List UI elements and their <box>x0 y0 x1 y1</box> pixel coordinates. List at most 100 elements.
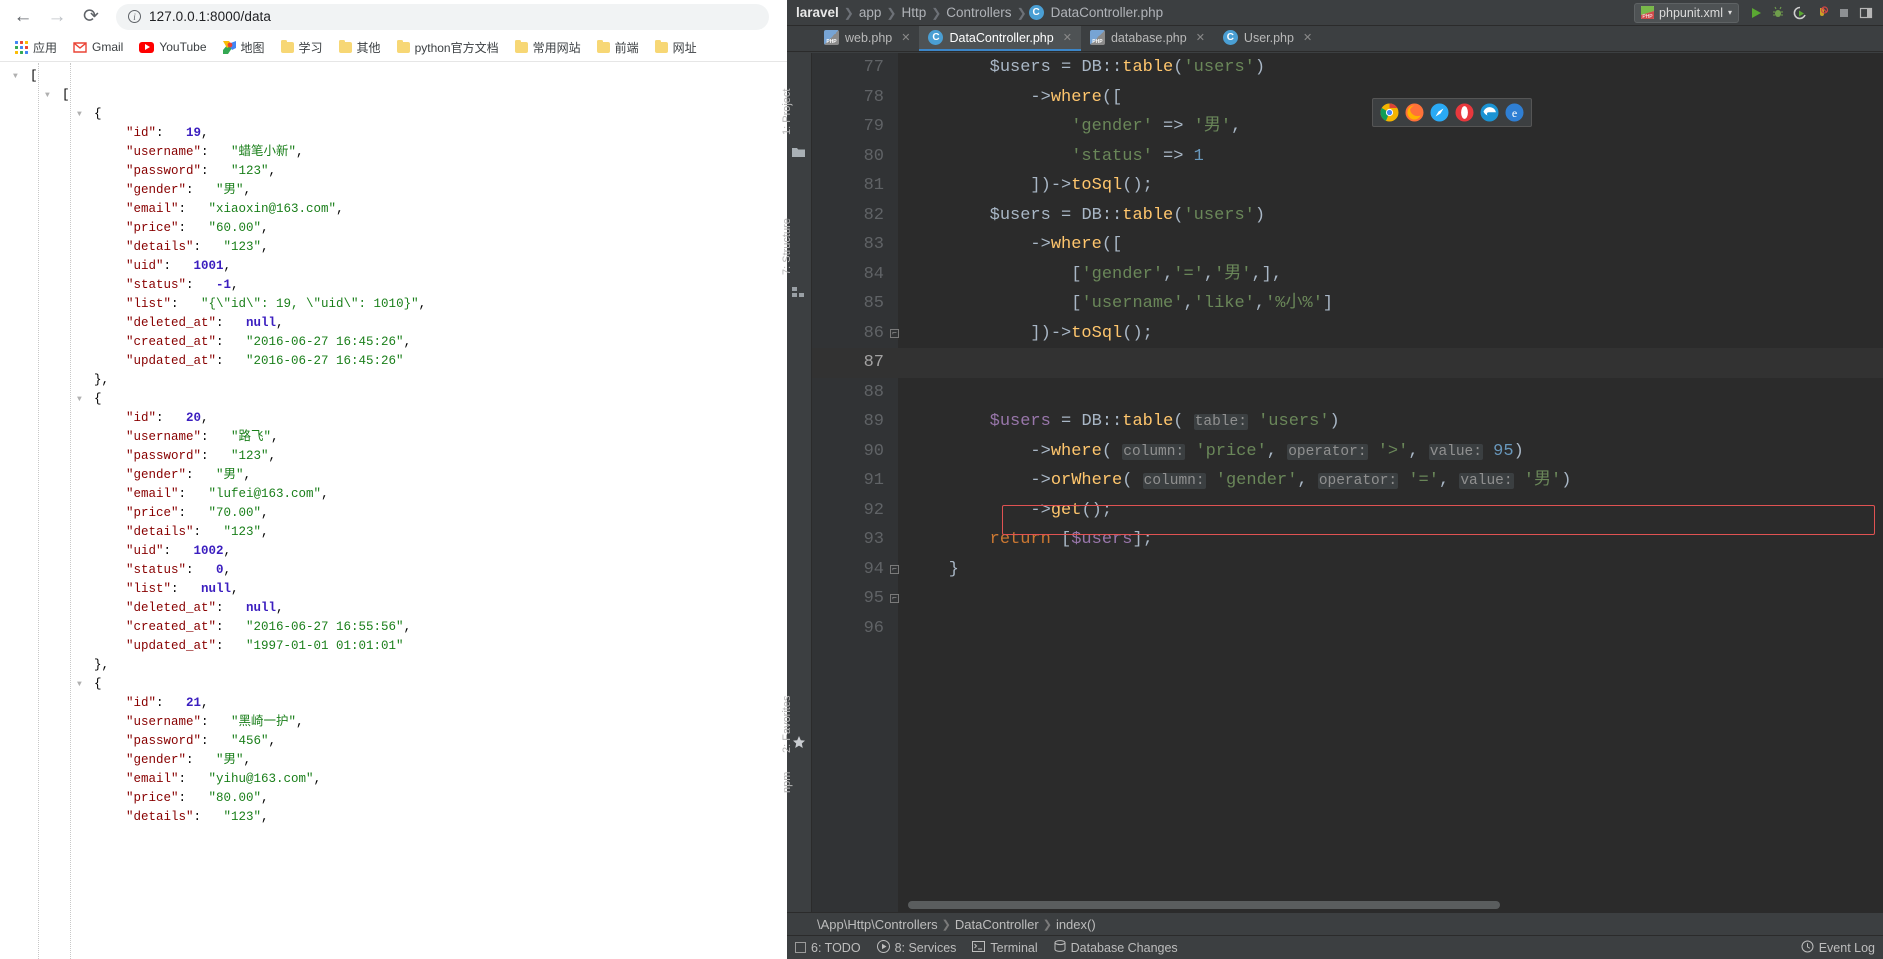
bottom-breadcrumb-item-2[interactable]: DataController <box>955 917 1039 932</box>
internet-explorer-icon[interactable]: e <box>1505 103 1524 122</box>
browser-preview-popup[interactable]: e <box>1372 98 1532 127</box>
structure-icon <box>792 285 806 299</box>
code-line-77[interactable]: 77 $users = DB::table('users') <box>812 53 1883 83</box>
status-terminal[interactable]: Terminal <box>972 940 1038 955</box>
line-number: 77 <box>863 58 884 77</box>
tool-window-structure[interactable]: 7: Structure <box>781 218 793 275</box>
code-fold-icon[interactable]: ⌐ <box>890 594 899 603</box>
code-line-94[interactable]: 94 ⌐ } <box>812 555 1883 585</box>
breadcrumb-item-5[interactable]: DataController.php <box>1048 5 1167 20</box>
bookmark-1[interactable]: 应用 <box>8 36 64 59</box>
code-line-81[interactable]: 81 ])->toSql(); <box>812 171 1883 201</box>
json-line: "username": "黑崎一护", <box>126 715 304 729</box>
editor-horizontal-scrollbar[interactable] <box>908 901 1863 909</box>
close-icon[interactable]: ✕ <box>901 31 910 44</box>
code-line-83[interactable]: 83 ->where([ <box>812 230 1883 260</box>
chrome-browser-window: ← → ⟳ i 127.0.0.1:8000/data 应用 Gmail YouTu… <box>0 0 787 959</box>
run-configuration-selector[interactable]: PHP phpunit.xml ▾ <box>1634 2 1739 23</box>
stop-icon[interactable] <box>1833 2 1855 24</box>
code-fold-icon[interactable]: ⌐ <box>890 564 899 574</box>
editor-tab-label: DataController.php <box>949 30 1054 45</box>
safari-icon[interactable] <box>1430 103 1449 122</box>
code-line-80[interactable]: 80 'status' => 1 <box>812 142 1883 172</box>
current-line-highlight <box>812 348 1883 378</box>
code-line-95[interactable]: 95 ⌐ <box>812 584 1883 614</box>
status-services[interactable]: 8: Services <box>876 939 956 956</box>
folder-icon <box>654 39 668 53</box>
bookmark-8[interactable]: 常用网站 <box>508 36 588 59</box>
bookmark-10[interactable]: 网址 <box>648 36 704 59</box>
code-line-87[interactable]: 87 <box>812 348 1883 378</box>
site-info-icon[interactable]: i <box>128 10 141 23</box>
bookmark-5[interactable]: 学习 <box>274 36 330 59</box>
code-line-91[interactable]: 91 ->orWhere( column: 'gender', operator… <box>812 466 1883 496</box>
run-with-coverage-icon[interactable] <box>1789 2 1811 24</box>
code-line-86[interactable]: 86 ⌐ ])->toSql(); <box>812 319 1883 349</box>
chevron-down-icon[interactable]: ▾ <box>1728 8 1732 17</box>
json-collapse-triangle-icon[interactable]: ▼ <box>77 105 82 124</box>
chrome-icon[interactable] <box>1380 103 1399 122</box>
star-icon <box>792 735 806 749</box>
code-editor[interactable]: 77 $users = DB::table('users') 78 ->where… <box>812 53 1883 912</box>
status-todo[interactable]: 6: TODO <box>795 941 861 955</box>
address-bar[interactable]: i 127.0.0.1:8000/data <box>116 3 769 30</box>
code-fold-icon[interactable]: ⌐ <box>890 328 899 338</box>
firefox-icon[interactable] <box>1405 103 1424 122</box>
line-number: 94 <box>863 559 884 579</box>
bookmark-3[interactable]: YouTube <box>132 37 213 57</box>
bookmark-7[interactable]: python官方文档 <box>390 36 506 59</box>
close-icon[interactable]: ✕ <box>1303 31 1312 44</box>
editor-tab-database-php[interactable]: PHP database.php ✕ <box>1081 26 1214 51</box>
line-number: 86 <box>863 323 884 343</box>
code-line-89[interactable]: 89 $users = DB::table( table: 'users') <box>812 407 1883 437</box>
code-text: 'status' => 1 <box>1071 146 1204 166</box>
breadcrumb-separator: ❯ <box>941 918 951 931</box>
json-collapse-triangle-icon[interactable]: ▼ <box>45 86 50 105</box>
bottom-breadcrumb-item-3[interactable]: index() <box>1056 917 1096 932</box>
json-collapse-triangle-icon[interactable]: ▼ <box>13 67 18 86</box>
breadcrumb-item-1[interactable]: laravel <box>793 5 842 20</box>
editor-tab-datacontroller-php[interactable]: C DataController.php ✕ <box>919 26 1081 51</box>
editor-tab-user-php[interactable]: C User.php ✕ <box>1214 26 1321 51</box>
debug-icon[interactable] <box>1767 2 1789 24</box>
code-line-78[interactable]: 78 ->where([ <box>812 83 1883 113</box>
line-number: 80 <box>863 146 884 166</box>
close-icon[interactable]: ✕ <box>1196 31 1205 44</box>
code-line-88[interactable]: 88 <box>812 378 1883 408</box>
editor-tab-web-php[interactable]: PHP web.php ✕ <box>815 26 919 51</box>
bookmark-9[interactable]: 前端 <box>590 36 646 59</box>
layout-toggle-icon[interactable] <box>1855 2 1877 24</box>
code-line-82[interactable]: 82 $users = DB::table('users') <box>812 201 1883 231</box>
code-line-84[interactable]: 84 ['gender','=','男',], <box>812 260 1883 290</box>
back-button[interactable]: ← <box>8 2 38 32</box>
status-database-changes[interactable]: Database Changes <box>1054 940 1178 955</box>
code-line-90[interactable]: 90 ->where( column: 'price', operator: '… <box>812 437 1883 467</box>
code-line-96[interactable]: 96 <box>812 614 1883 644</box>
code-line-79[interactable]: 79 'gender' => '男', <box>812 112 1883 142</box>
tool-window-project[interactable]: 1: Project <box>781 89 793 135</box>
json-collapse-triangle-icon[interactable]: ▼ <box>77 675 82 694</box>
bottom-breadcrumb-item-1[interactable]: \App\Http\Controllers <box>817 917 938 932</box>
bookmark-4[interactable]: 地图 <box>216 36 272 59</box>
bookmark-label: 常用网站 <box>532 40 581 55</box>
json-collapse-triangle-icon[interactable]: ▼ <box>77 390 82 409</box>
breadcrumb-item-2[interactable]: app <box>856 5 885 20</box>
run-icon[interactable] <box>1745 2 1767 24</box>
bookmark-2[interactable]: Gmail <box>66 37 130 57</box>
profile-icon[interactable] <box>1811 2 1833 24</box>
close-icon[interactable]: ✕ <box>1063 31 1072 44</box>
json-line: "email": "lufei@163.com", <box>126 487 329 501</box>
php-class-icon: C <box>1028 5 1044 20</box>
editor-tab-label: database.php <box>1110 30 1187 45</box>
breadcrumb-item-3[interactable]: Http <box>898 5 929 20</box>
tool-window-npm[interactable]: npm <box>781 772 793 793</box>
reload-button[interactable]: ⟳ <box>76 2 106 32</box>
forward-button[interactable]: → <box>42 2 72 32</box>
bookmark-6[interactable]: 其他 <box>332 36 388 59</box>
status-event-log[interactable]: Event Log <box>1801 940 1875 956</box>
breadcrumb-item-4[interactable]: Controllers <box>943 5 1014 20</box>
code-line-85[interactable]: 85 ['username','like','%小%'] <box>812 289 1883 319</box>
opera-icon[interactable] <box>1455 103 1474 122</box>
code-text: ['gender','=','男',], <box>908 264 1283 284</box>
edge-icon[interactable] <box>1480 103 1499 122</box>
